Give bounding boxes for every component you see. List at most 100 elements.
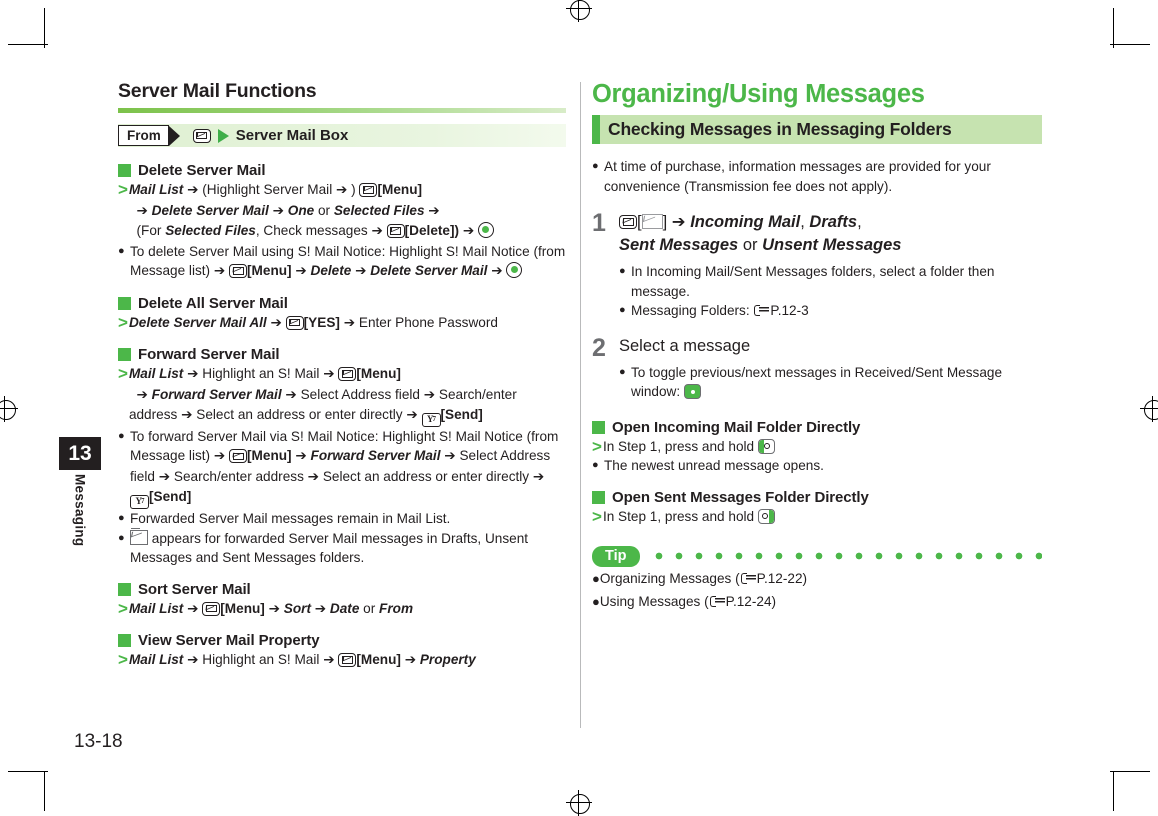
send-key-icon: Y7 — [130, 495, 149, 509]
crop-mark-tr-h — [1110, 44, 1150, 45]
envelope-key-icon — [338, 367, 357, 381]
subsection-band: Checking Messages in Messaging Folders — [592, 115, 1042, 144]
subsection-delete-all-server-mail: Delete All Server Mail — [118, 295, 566, 312]
envelope-key-icon — [359, 183, 378, 197]
subsection-heading: Open Sent Messages Folder Directly — [612, 488, 869, 506]
chevron-right-icon: > — [118, 180, 128, 199]
note-bullet: ● To forward Server Mail via S! Mail Not… — [118, 427, 566, 509]
crop-mark-bl-h — [8, 771, 48, 772]
chevron-right-icon: > — [118, 364, 128, 383]
green-square-icon — [118, 582, 131, 596]
operation-text: Mail List ➔ Highlight an S! Mail ➔ [Menu… — [128, 652, 476, 668]
green-square-icon — [118, 164, 131, 177]
operation-row: > Mail List ➔ Highlight an S! Mail ➔ [Me… — [118, 364, 566, 427]
operation-row: > In Step 1, press and hold — [592, 507, 1042, 527]
envelope-key-icon — [386, 224, 405, 238]
reference-hand-icon — [740, 572, 756, 585]
chevron-right-icon: > — [118, 650, 128, 669]
note-bullet: ● To delete Server Mail using S! Mail No… — [118, 242, 566, 282]
subsection-view-server-mail-property: View Server Mail Property — [118, 632, 566, 649]
envelope-key-icon — [202, 601, 221, 616]
envelope-key-icon — [338, 653, 357, 667]
operation-text: Delete Server Mail All ➔ [YES] ➔ Enter P… — [128, 314, 498, 331]
step-body: Select a message ● To toggle previous/ne… — [619, 335, 1042, 402]
step-instruction: Select a message — [619, 336, 751, 355]
right-column: Organizing/Using Messages Checking Messa… — [592, 80, 1042, 612]
center-key-icon — [506, 262, 523, 278]
operation-text: In Step 1, press and hold — [603, 507, 1042, 527]
bullet-dot-icon: ● — [592, 594, 600, 609]
green-square-icon — [592, 490, 605, 504]
subsection-open-incoming-mail-folder: Open Incoming Mail Folder Directly — [592, 419, 1042, 436]
title-rule — [118, 108, 566, 113]
tip-item: ●Organizing Messages (P.12-22) — [592, 571, 808, 586]
subsection-open-sent-messages-folder: Open Sent Messages Folder Directly — [592, 489, 1042, 506]
note-text: Messaging Folders: P.12-3 — [631, 303, 809, 318]
green-square-icon — [118, 634, 131, 647]
operation-text: In Step 1, press and hold — [603, 437, 1042, 457]
note-bullet: ● appears for forwarded Server Mail mess… — [118, 527, 566, 568]
subsection-forward-server-mail: Forward Server Mail — [118, 346, 566, 363]
operation-row: > Mail List ➔ Highlight an S! Mail ➔ [Me… — [118, 650, 566, 671]
note-bullet: ● Messaging Folders: P.12-3 — [619, 301, 1042, 321]
subsection-heading: Forward Server Mail — [138, 346, 280, 363]
note-text: To forward Server Mail via S! Mail Notic… — [130, 427, 566, 509]
left-column: Server Mail Functions From Server Mail B… — [118, 80, 566, 671]
bullet-dot-icon: ● — [118, 244, 125, 257]
registration-mark-right — [1140, 396, 1158, 422]
operation-row: > In Step 1, press and hold — [592, 437, 1042, 457]
reference-hand-icon — [754, 304, 770, 317]
bullet-dot-icon: ● — [619, 304, 626, 316]
step-instruction: [] ➔ Incoming Mail, Drafts, Sent Message… — [619, 212, 902, 254]
envelope-plain-icon — [641, 214, 663, 229]
right-navigation-key-icon — [757, 508, 775, 524]
subsection-heading: Delete Server Mail — [138, 162, 266, 179]
bullet-dot-icon: ● — [619, 265, 626, 277]
bullet-dot-icon: ● — [592, 160, 599, 172]
from-label-box: From — [118, 125, 169, 146]
note-text: To toggle previous/next messages in Rece… — [631, 364, 1003, 399]
page-title: Server Mail Functions — [118, 80, 317, 102]
reference-hand-icon — [709, 595, 725, 608]
chevron-right-icon: > — [592, 436, 602, 456]
subsection-band-title: Checking Messages in Messaging Folders — [608, 119, 952, 139]
navigation-key-icon — [683, 384, 701, 399]
subsection-heading: View Server Mail Property — [138, 632, 320, 649]
bullet-dot-icon: ● — [118, 531, 125, 544]
chapter-tab-number: 13 — [59, 437, 101, 470]
from-bar: From Server Mail Box — [118, 124, 566, 147]
green-triangle-icon — [217, 128, 229, 143]
registration-mark-left — [0, 396, 18, 422]
tip-dotted-rule — [649, 546, 1042, 566]
bullet-dot-icon: ● — [118, 512, 125, 524]
step-body: [] ➔ Incoming Mail, Drafts, Sent Message… — [619, 210, 1042, 321]
chevron-right-icon: > — [592, 506, 602, 526]
step-number: 1 — [592, 209, 606, 237]
tip-section: Tip ●Organizing Messages (P.12-22) ●Usin… — [592, 545, 1042, 612]
crop-mark-bl-v — [44, 771, 45, 811]
bullet-dot-icon: ● — [619, 365, 626, 378]
registration-mark-top — [566, 0, 592, 22]
intro-bullet: ● At time of purchase, information messa… — [592, 157, 1042, 196]
step-notes: ● To toggle previous/next messages in Re… — [619, 363, 1042, 402]
green-accent-bar — [592, 115, 600, 144]
send-key-icon: Y7 — [421, 412, 441, 427]
note-text: Forwarded Server Mail messages remain in… — [130, 511, 451, 526]
subsection-delete-server-mail: Delete Server Mail — [118, 162, 566, 179]
operation-row: > Delete Server Mail All ➔ [YES] ➔ Enter… — [118, 313, 566, 334]
intro-text: At time of purchase, information message… — [604, 159, 991, 194]
step-2: 2 Select a message ● To toggle previous/… — [592, 335, 1042, 402]
operation-text: Mail List ➔ [Menu] ➔ Sort ➔ Date or From — [128, 600, 414, 617]
column-divider — [580, 82, 581, 728]
tip-item: ●Using Messages (P.12-24) — [592, 594, 777, 609]
envelope-key-icon — [229, 264, 248, 278]
subsection-heading: Open Incoming Mail Folder Directly — [612, 418, 861, 436]
center-key-icon — [478, 222, 494, 238]
envelope-key-icon — [619, 215, 637, 229]
green-square-icon — [118, 348, 131, 361]
page-number: 13-18 — [74, 731, 123, 752]
green-square-icon — [592, 420, 605, 434]
bullet-dot-icon: ● — [592, 459, 599, 471]
operation-row: > Mail List ➔ (Highlight Server Mail ➔ )… — [118, 180, 566, 242]
bullet-dot-icon: ● — [592, 571, 600, 586]
